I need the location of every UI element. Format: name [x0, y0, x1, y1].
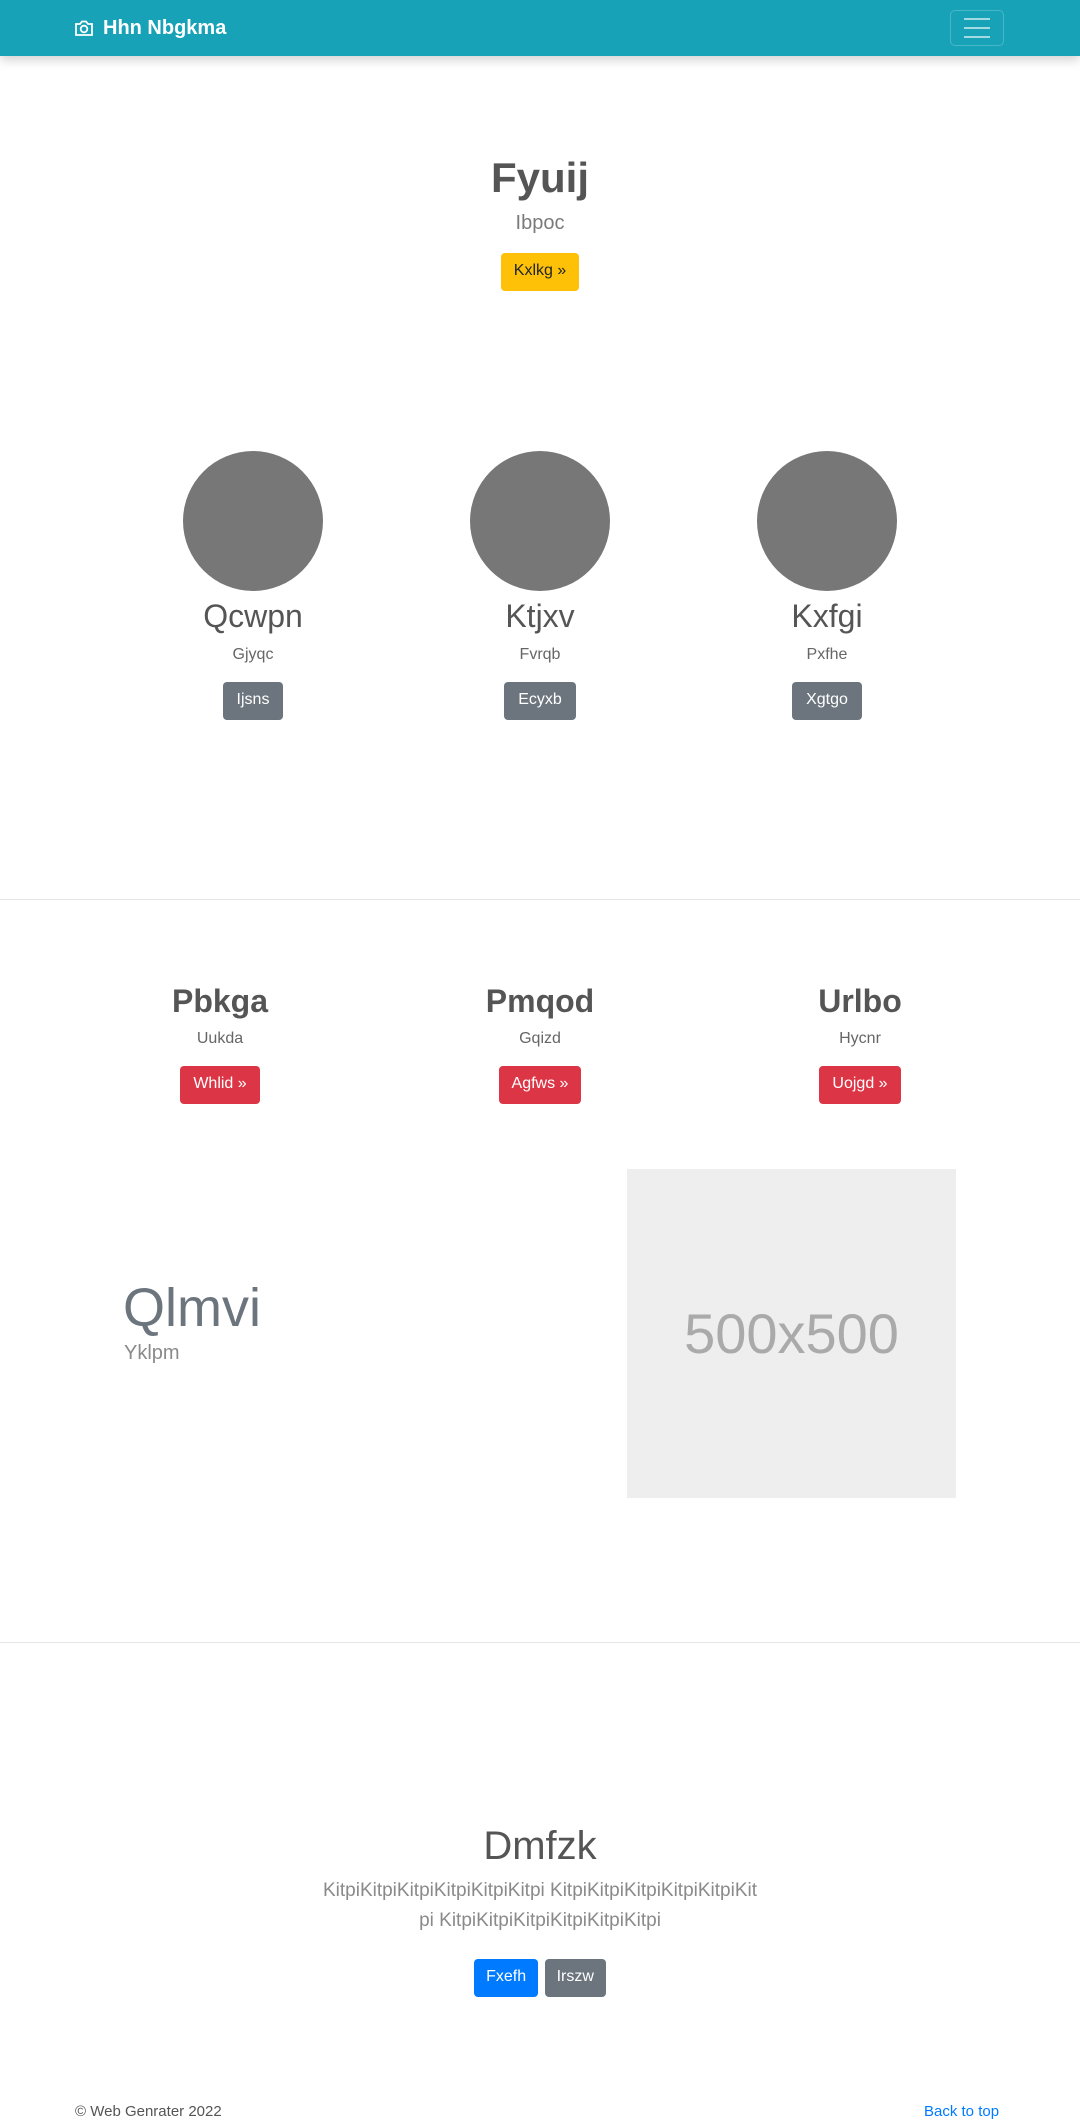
feature-column: Urlbo Hycnr Uojgd » [700, 981, 1020, 1104]
placeholder-image-label: 500x500 [684, 1302, 899, 1365]
feature-column: Pmqod Gqizd Agfws » [380, 981, 700, 1104]
footer-copyright: © Web Genrater 2022 [75, 2103, 222, 2120]
cta-primary-button[interactable]: Fxefh [474, 1959, 539, 1997]
feature-subtitle: Gqizd [519, 1030, 561, 1047]
cta-text: KitpiKitpiKitpiKitpiKitpiKitpi KitpiKitp… [322, 1880, 758, 1931]
feature-subtitle: Uukda [196, 1030, 244, 1047]
navbar: Hhn Nbgkma [0, 0, 1080, 56]
team-member-role: Fvrqb [519, 646, 561, 663]
camera-icon [74, 19, 94, 37]
hamburger-icon-line [964, 36, 990, 38]
team-member-button[interactable]: Ecyxb [504, 682, 576, 720]
hero-button[interactable]: Kxlkg » [500, 253, 580, 291]
cta-buttons: Fxefh Irszw [0, 1959, 1080, 1997]
showcase-heading: Qlmvi [123, 1278, 261, 1338]
showcase-subheading: Yklpm [124, 1342, 180, 1364]
cta-secondary-button[interactable]: Irszw [544, 1959, 606, 1997]
navbar-toggler-button[interactable] [950, 10, 1004, 46]
cta-title: Dmfzk [483, 1824, 597, 1868]
avatar [470, 451, 610, 591]
team-member-button[interactable]: Ijsns [222, 682, 284, 720]
avatar [757, 451, 897, 591]
feature-column: Pbkga Uukda Whlid » [60, 981, 380, 1104]
team-member: Qcwpn Gjyqc Ijsns [108, 451, 398, 720]
feature-title: Urlbo [818, 983, 902, 1019]
team-member-name: Qcwpn [203, 598, 303, 634]
feature-subtitle: Hycnr [839, 1030, 881, 1047]
brand-name: Hhn Nbgkma [103, 16, 227, 39]
hero-subtitle: Ibpoc [515, 212, 565, 234]
section-divider [0, 1642, 1080, 1643]
feature-button[interactable]: Agfws » [498, 1066, 582, 1104]
team-member-button[interactable]: Xgtgo [792, 682, 862, 720]
hero-button-wrap: Kxlkg » [0, 253, 1080, 291]
navbar-brand[interactable]: Hhn Nbgkma [74, 14, 226, 42]
feature-title: Pbkga [171, 983, 269, 1019]
back-to-top-link[interactable]: Back to top [924, 2103, 999, 2120]
team-member-role: Gjyqc [232, 646, 274, 663]
team-member-name: Kxfgi [791, 598, 863, 634]
hamburger-icon-line [964, 27, 990, 29]
placeholder-image: 500x500 [627, 1169, 956, 1498]
team-member: Kxfgi Pxfhe Xgtgo [682, 451, 972, 720]
feature-button[interactable]: Whlid » [180, 1066, 260, 1104]
team-member-role: Pxfhe [806, 646, 848, 663]
feature-button[interactable]: Uojgd » [819, 1066, 901, 1104]
team-member-name: Ktjxv [505, 598, 575, 634]
hamburger-icon [964, 18, 990, 20]
feature-title: Pmqod [485, 983, 595, 1019]
team-member: Ktjxv Fvrqb Ecyxb [395, 451, 685, 720]
avatar [183, 451, 323, 591]
hero-title: Fyuij [490, 154, 589, 201]
section-divider [0, 899, 1080, 900]
